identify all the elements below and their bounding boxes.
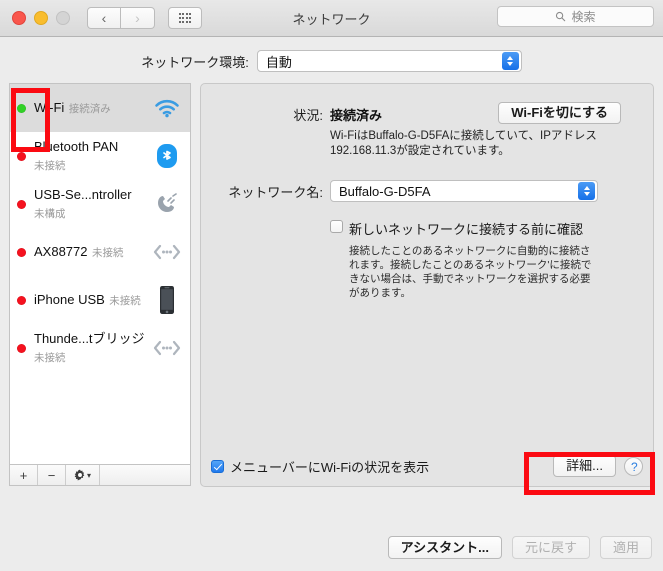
ask-to-join-description: 接続したことのあるネットワークに自動的に接続されます。接続したことのあるネットワ… <box>349 245 592 299</box>
search-icon <box>556 11 566 22</box>
search-field[interactable]: 検索 <box>497 6 654 27</box>
help-button[interactable]: ? <box>624 456 643 476</box>
wifi-settings-pane: 状況: 接続済み Wi-Fiを切にする Wi-FiはBuffalo-G-D5FA… <box>200 83 654 487</box>
service-name: iPhone USB <box>34 292 105 307</box>
network-name-value: Buffalo-G-D5FA <box>339 183 431 199</box>
show-all-button[interactable] <box>168 7 202 29</box>
status-dot-disconnected <box>17 247 26 257</box>
zoom-button <box>56 11 70 25</box>
service-text: AX88772 未接続 <box>34 243 152 261</box>
service-status: 未接続 <box>34 352 66 364</box>
network-environment-label: ネットワーク環境: <box>141 54 249 70</box>
bluetooth-icon <box>152 140 182 172</box>
grid-icon <box>178 13 192 23</box>
service-row-iphone-usb[interactable]: iPhone USB 未接続 <box>10 276 190 324</box>
network-name-select[interactable]: Buffalo-G-D5FA <box>330 180 598 202</box>
iphone-icon <box>152 284 182 316</box>
service-name: AX88772 <box>34 244 88 259</box>
ask-to-join-checkbox[interactable] <box>330 220 343 233</box>
chevron-down-icon: ▾ <box>86 470 91 480</box>
minimize-button[interactable] <box>34 11 48 25</box>
ethernet-icon <box>152 332 182 364</box>
content-area: Wi-Fi 接続済み Bluetooth PAN 未接続 USB-Se...nt… <box>0 83 663 487</box>
revert-button: 元に戻す <box>511 536 590 559</box>
service-status: 接続済み <box>68 103 111 115</box>
chevron-updown-icon <box>501 52 519 70</box>
service-status: 未接続 <box>109 295 141 307</box>
back-button[interactable]: ‹ <box>87 7 121 29</box>
service-actions-button[interactable]: ▾ <box>66 465 100 485</box>
ask-to-join-row[interactable]: 新しいネットワークに接続する前に確認 <box>201 219 653 238</box>
service-name: Bluetooth PAN <box>34 139 119 154</box>
close-button[interactable] <box>12 11 26 25</box>
chevron-right-icon: › <box>135 10 140 26</box>
ethernet-icon <box>152 236 182 268</box>
service-row-wifi[interactable]: Wi-Fi 接続済み <box>10 84 190 132</box>
service-row-thunderbolt-bridge[interactable]: Thunde...tブリッジ 未接続 <box>10 324 190 372</box>
window-titlebar: ‹ › ネットワーク 検索 <box>0 0 663 37</box>
show-wifi-menubar-label: メニューバーにWi-Fiの状況を表示 <box>230 459 430 475</box>
service-text: Wi-Fi 接続済み <box>34 99 152 117</box>
remove-service-button[interactable]: − <box>38 465 66 485</box>
service-status: 未接続 <box>91 247 124 259</box>
status-dot-connected <box>17 103 26 113</box>
search-placeholder: 検索 <box>571 10 596 24</box>
chevron-updown-icon <box>578 182 595 200</box>
service-name: Wi-Fi <box>34 100 65 115</box>
status-dot-disconnected <box>17 343 26 353</box>
service-name: Thunde...tブリッジ <box>34 331 145 346</box>
network-environment-row: ネットワーク環境: 自動 <box>0 37 663 83</box>
status-row: 状況: 接続済み Wi-Fiを切にする <box>201 102 653 124</box>
ask-to-join-label: 新しいネットワークに接続する前に確認 <box>349 222 584 237</box>
network-name-label: ネットワーク名: <box>228 184 323 200</box>
status-dot-disconnected <box>17 151 26 161</box>
forward-button: › <box>121 7 155 29</box>
status-description: Wi-FiはBuffalo-G-D5FAに接続していて、IPアドレス 192.1… <box>330 130 597 157</box>
advanced-button[interactable]: 詳細... <box>553 455 616 477</box>
service-text: iPhone USB 未接続 <box>34 291 152 309</box>
network-name-row: ネットワーク名: Buffalo-G-D5FA <box>201 180 653 202</box>
history-nav-group: ‹ › <box>87 7 155 29</box>
add-service-button[interactable]: + <box>10 465 38 485</box>
service-status: 未接続 <box>34 160 66 172</box>
modem-icon <box>152 188 182 220</box>
window-footer: アシスタント... 元に戻す 適用 <box>387 536 652 559</box>
service-text: Thunde...tブリッジ 未接続 <box>34 330 152 366</box>
status-label: 状況: <box>293 108 323 123</box>
gear-icon <box>74 469 85 481</box>
chevron-left-icon: ‹ <box>101 10 107 26</box>
service-row-ax88772[interactable]: AX88772 未接続 <box>10 228 190 276</box>
service-status: 未構成 <box>34 208 66 220</box>
services-sidebar: Wi-Fi 接続済み Bluetooth PAN 未接続 USB-Se...nt… <box>9 83 191 487</box>
services-list[interactable]: Wi-Fi 接続済み Bluetooth PAN 未接続 USB-Se...nt… <box>9 83 191 464</box>
network-environment-select[interactable]: 自動 <box>256 50 522 72</box>
status-dot-disconnected <box>17 199 26 209</box>
status-dot-disconnected <box>17 295 26 305</box>
service-text: Bluetooth PAN 未接続 <box>34 138 152 174</box>
status-value: 接続済み <box>330 108 383 123</box>
service-row-usb-serial-controller[interactable]: USB-Se...ntroller 未構成 <box>10 180 190 228</box>
network-environment-value: 自動 <box>265 54 292 70</box>
assistant-button[interactable]: アシスタント... <box>387 536 502 559</box>
pane-bottom-row: メニューバーにWi-Fiの状況を表示 詳細... ? <box>201 455 653 477</box>
service-text: USB-Se...ntroller 未構成 <box>34 186 152 222</box>
apply-button: 適用 <box>599 536 652 559</box>
services-list-toolbar: + − ▾ <box>9 464 191 486</box>
toggle-wifi-button[interactable]: Wi-Fiを切にする <box>498 102 621 124</box>
service-name: USB-Se...ntroller <box>34 187 132 202</box>
wifi-icon <box>152 92 182 124</box>
service-row-bluetooth-pan[interactable]: Bluetooth PAN 未接続 <box>10 132 190 180</box>
network-preferences-window: ‹ › ネットワーク 検索 ネットワーク環境: 自動 Wi-Fi 接続済み Bl… <box>0 0 663 571</box>
traffic-lights <box>12 11 70 25</box>
show-wifi-menubar-checkbox[interactable] <box>211 460 224 473</box>
